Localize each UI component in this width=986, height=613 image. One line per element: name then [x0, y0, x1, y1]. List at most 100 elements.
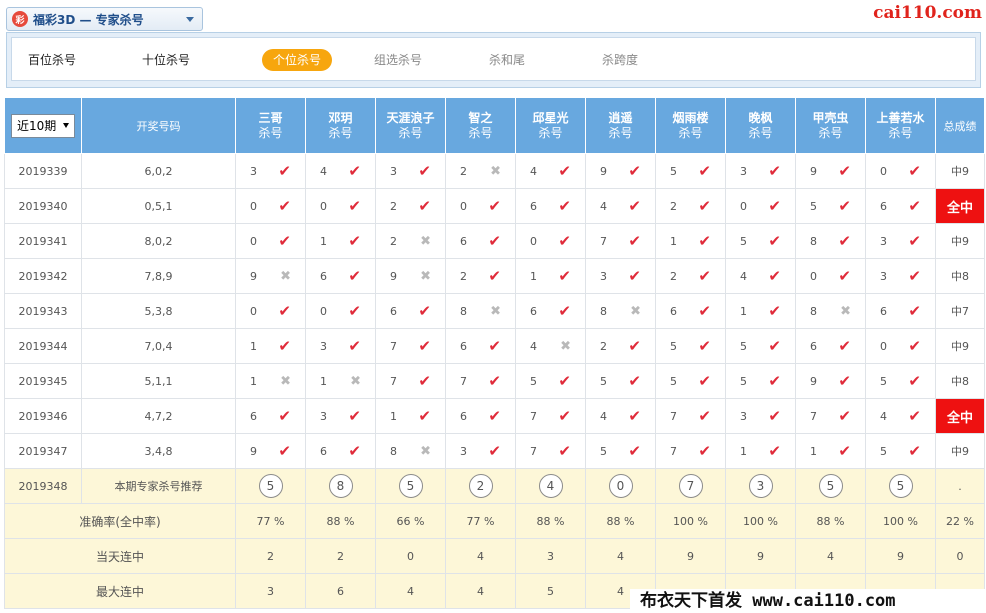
expert-header[interactable]: 邓玥 杀号: [305, 97, 376, 154]
recommend-number[interactable]: 0: [608, 474, 633, 498]
check-icon: ✔: [768, 197, 781, 215]
recommend-cell: 3: [725, 468, 796, 504]
kill-cell: 8 ✖: [585, 293, 656, 329]
check-icon: ✔: [418, 197, 431, 215]
check-icon: ✔: [908, 302, 921, 320]
score-cell: 中9: [935, 433, 985, 469]
kill-number: 6: [320, 444, 327, 458]
stat-value: 9: [655, 538, 726, 574]
kill-cell: 8 ✖: [445, 293, 516, 329]
kill-cell-content: 7 ✔: [446, 372, 515, 390]
kill-number: 1: [250, 339, 257, 353]
tab-6[interactable]: 杀跨度: [602, 49, 638, 71]
tab-4[interactable]: 组选杀号: [374, 49, 422, 71]
cross-icon: ✖: [420, 443, 431, 459]
recommend-number[interactable]: 5: [258, 474, 283, 498]
draw-cell: 5,3,8: [81, 293, 236, 329]
check-icon: ✔: [628, 267, 641, 285]
expert-header[interactable]: 烟雨楼 杀号: [655, 97, 726, 154]
check-icon: ✔: [908, 232, 921, 250]
stat-value: 5: [515, 573, 586, 609]
kill-cell: 6 ✔: [445, 223, 516, 259]
recommend-number[interactable]: 5: [398, 474, 423, 498]
period-select[interactable]: 近10期: [11, 113, 75, 138]
issue-cell: 2019348: [4, 468, 82, 504]
cross-icon: ✖: [350, 373, 361, 389]
check-icon: ✔: [348, 162, 361, 180]
expert-sub-label: 杀号: [678, 125, 703, 140]
kill-number: 5: [740, 339, 747, 353]
kill-number: 3: [600, 269, 607, 283]
kill-cell-content: 4 ✔: [586, 407, 655, 425]
expert-header[interactable]: 上善若水 杀号: [865, 97, 936, 154]
kill-cell: 6 ✔: [655, 293, 726, 329]
kill-number: 1: [320, 234, 327, 248]
check-icon: ✔: [838, 442, 851, 460]
kill-number: 1: [740, 444, 747, 458]
kill-number: 8: [810, 304, 817, 318]
tab-3[interactable]: 个位杀号: [262, 49, 333, 71]
kill-number: 6: [390, 304, 397, 318]
stat-value: 3: [235, 573, 306, 609]
kill-cell: 0 ✔: [515, 223, 586, 259]
expert-kill-table: 近10期 开奖号码 三哥 杀号 邓玥 杀号 天涯浪子 杀号 智之 杀号 邱星光 杀号 逍遥 杀号 烟雨楼…: [4, 97, 985, 609]
kill-cell-content: 1 ✔: [656, 232, 725, 250]
kill-number: 3: [880, 269, 887, 283]
lottery-logo-icon: 彩: [12, 11, 28, 27]
expert-header[interactable]: 晚枫 杀号: [725, 97, 796, 154]
kill-cell-content: 5 ✔: [586, 442, 655, 460]
kill-cell-content: 9 ✔: [236, 442, 305, 460]
check-icon: ✔: [628, 337, 641, 355]
tab-5[interactable]: 杀和尾: [489, 49, 525, 71]
recommend-number[interactable]: 5: [818, 474, 843, 498]
expert-header[interactable]: 智之 杀号: [445, 97, 516, 154]
kill-cell-content: 7 ✔: [796, 407, 865, 425]
recommend-number[interactable]: 8: [328, 474, 353, 498]
kill-cell-content: 0 ✔: [516, 232, 585, 250]
kill-number: 6: [460, 234, 467, 248]
kill-cell: 3 ✔: [725, 398, 796, 434]
kill-cell-content: 5 ✔: [726, 372, 795, 390]
expert-header[interactable]: 三哥 杀号: [235, 97, 306, 154]
kill-cell: 6 ✔: [865, 293, 936, 329]
recommend-number[interactable]: 4: [538, 474, 563, 498]
kill-number: 4: [600, 199, 607, 213]
kill-cell: 6 ✔: [375, 293, 446, 329]
kill-cell: 9 ✔: [795, 153, 866, 189]
recommend-number[interactable]: 5: [888, 474, 913, 498]
kill-cell: 3 ✔: [725, 153, 796, 189]
recommend-number[interactable]: 2: [468, 474, 493, 498]
recommend-number[interactable]: 3: [748, 474, 773, 498]
score-cell: 中9: [935, 328, 985, 364]
check-icon: ✔: [908, 197, 921, 215]
kill-number: 2: [460, 164, 467, 178]
kill-cell: 5 ✔: [655, 328, 726, 364]
recommend-cell: 0: [585, 468, 656, 504]
kill-cell: 1 ✔: [725, 293, 796, 329]
kill-cell-content: 2 ✔: [446, 267, 515, 285]
check-icon: ✔: [278, 162, 291, 180]
expert-header[interactable]: 邱星光 杀号: [515, 97, 586, 154]
check-icon: ✔: [908, 372, 921, 390]
stat-value: 3: [515, 538, 586, 574]
expert-header[interactable]: 甲壳虫 杀号: [795, 97, 866, 154]
issue-cell: 2019340: [4, 188, 82, 224]
kill-cell-content: 6 ✔: [306, 442, 375, 460]
kill-cell-content: 3 ✔: [726, 407, 795, 425]
check-icon: ✔: [488, 197, 501, 215]
tab-1[interactable]: 百位杀号: [28, 49, 76, 71]
check-icon: ✔: [348, 442, 361, 460]
recommend-number[interactable]: 7: [678, 474, 703, 498]
check-icon: ✔: [908, 162, 921, 180]
expert-header[interactable]: 天涯浪子 杀号: [375, 97, 446, 154]
kill-cell-content: 7 ✔: [656, 442, 725, 460]
lottery-selector[interactable]: 彩 福彩3D — 专家杀号: [6, 7, 203, 31]
kill-number: 3: [250, 164, 257, 178]
kill-number: 6: [530, 199, 537, 213]
tab-2[interactable]: 十位杀号: [142, 49, 190, 71]
issue-cell: 2019345: [4, 363, 82, 399]
issue-cell: 2019343: [4, 293, 82, 329]
table-row: 2019343 5,3,8 0 ✔ 0 ✔ 6 ✔ 8 ✖ 6 ✔ 8 ✖ 6 ✔ 1 ✔ 8 ✖ 6 ✔ 中7: [4, 293, 985, 329]
expert-name: 天涯浪子: [386, 110, 435, 125]
expert-header[interactable]: 逍遥 杀号: [585, 97, 656, 154]
